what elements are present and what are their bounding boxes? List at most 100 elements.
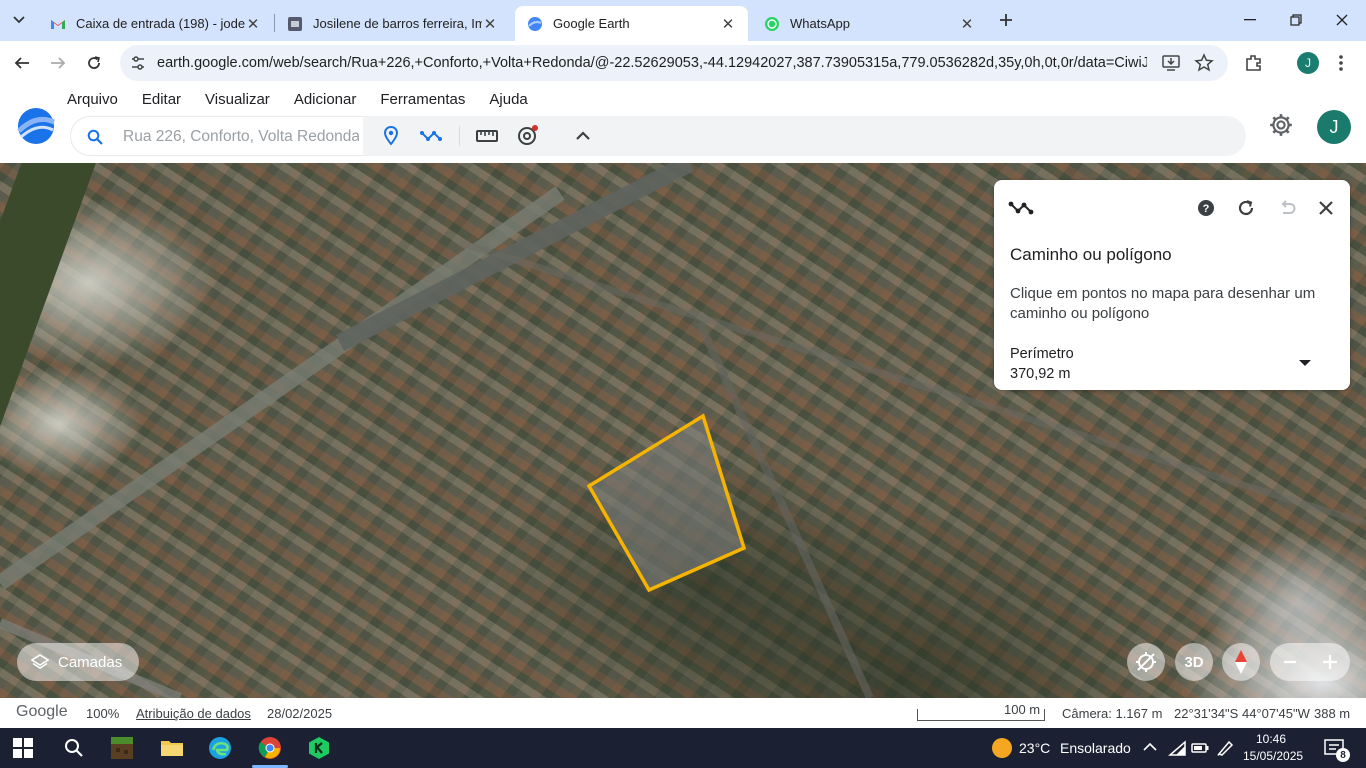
menu-visualizar[interactable]: Visualizar [205,91,270,108]
url-text: earth.google.com/web/search/Rua+226,+Con… [157,55,1147,71]
menu-arquivo[interactable]: Arquivo [67,91,118,108]
compass-icon [1235,650,1247,674]
earth-header: Arquivo Editar Visualizar Adicionar Ferr… [0,86,1366,163]
zoom-in-button[interactable] [1310,643,1350,681]
new-tab-button[interactable] [986,6,1026,34]
battery-icon[interactable] [1191,740,1209,756]
no-tilt-icon [1136,652,1156,672]
close-window-button[interactable] [1322,6,1362,34]
ruler-icon[interactable] [475,124,499,148]
settings-gear-icon[interactable] [1268,112,1294,138]
search-placeholder: Rua 226, Conforto, Volta Redonda [123,128,359,145]
file-explorer-icon[interactable] [160,736,184,760]
earth-menu-bar: Arquivo Editar Visualizar Adicionar Ferr… [67,91,552,108]
pen-icon[interactable] [1216,740,1236,756]
refresh-icon[interactable] [1234,196,1258,220]
close-tab-icon[interactable]: ✕ [245,15,261,33]
windows-taskbar: 23°C Ensolarado 10:46 15/05/2025 8 [0,728,1366,768]
path-polygon-icon[interactable] [419,124,443,148]
windows-start-icon[interactable] [13,738,33,758]
edge-browser-icon[interactable] [208,736,232,760]
undo-icon[interactable] [1275,196,1299,220]
tab-title: WhatsApp [790,16,850,31]
search-icon [87,129,103,145]
chrome-browser-icon[interactable] [258,736,282,760]
weather-sun-icon[interactable] [991,737,1013,759]
svg-text:?: ? [1203,203,1210,215]
browser-tab-strip: Caixa de entrada (198) - jodeba ✕ Josile… [0,0,1366,41]
profile-avatar[interactable]: J [1297,52,1319,74]
zoom-out-button[interactable] [1270,643,1310,681]
chevron-up-icon[interactable] [571,124,595,148]
reset-tilt-button[interactable] [1127,643,1165,681]
tab-search-button[interactable] [0,6,38,34]
menu-editar[interactable]: Editar [142,91,181,108]
clock-time[interactable]: 10:46 [1256,730,1286,748]
menu-ajuda[interactable]: Ajuda [489,91,527,108]
earth-toolbar: Rua 226, Conforto, Volta Redonda [70,116,1246,156]
tab-gmail[interactable]: Caixa de entrada (198) - jodeba ✕ [38,6,273,41]
reload-button[interactable] [79,48,109,78]
more-menu-icon[interactable] [1338,54,1344,72]
tab-whatsapp[interactable]: WhatsApp ✕ [752,6,987,41]
measure-value: 370,92 m [1010,366,1071,382]
tab-google-earth[interactable]: Google Earth ✕ [515,6,748,41]
reload-icon [88,56,100,69]
close-icon[interactable] [1314,196,1338,220]
zoom-controls [1270,643,1350,681]
toolbar-divider [459,126,460,146]
menu-adicionar[interactable]: Adicionar [294,91,357,108]
account-avatar[interactable]: J [1317,110,1351,144]
close-tab-icon[interactable]: ✕ [482,15,498,33]
search-icon[interactable] [62,736,86,760]
chevron-up-icon[interactable] [1143,742,1157,752]
arrow-right-icon [51,57,66,69]
close-tab-icon[interactable]: ✕ [720,15,736,33]
tab-title: Josilene de barros ferreira, Imob [313,16,482,31]
help-icon[interactable]: ? [1194,196,1218,220]
chevron-down-icon [13,16,25,24]
google-logo: Google [16,703,68,720]
voyager-icon[interactable] [515,124,539,148]
layers-icon [31,654,49,669]
k-app-icon[interactable] [307,736,331,760]
back-button[interactable] [7,48,37,78]
close-tab-icon[interactable]: ✕ [959,15,975,33]
path-polygon-icon [1008,201,1034,215]
earth-status-bar: Google 100% Atribuição de dados 28/02/20… [0,698,1366,728]
tab-title: Google Earth [553,16,630,31]
extensions-icon[interactable] [1244,53,1264,73]
site-info-icon[interactable] [129,54,147,72]
dropdown-arrow-icon[interactable] [1298,358,1312,368]
search-input[interactable]: Rua 226, Conforto, Volta Redonda [70,116,363,156]
restore-button[interactable] [1276,6,1316,34]
minimize-button[interactable] [1230,6,1270,34]
menu-ferramentas[interactable]: Ferramentas [380,91,465,108]
address-bar[interactable]: earth.google.com/web/search/Rua+226,+Con… [120,45,1228,81]
notification-count: 8 [1336,748,1350,762]
plus-icon [1323,655,1337,669]
gmail-icon [51,19,65,29]
weather-text[interactable]: Ensolarado [1060,728,1131,768]
cursor-coordinates: 22°31'34"S 44°07'45"W [1174,706,1310,721]
minecraft-icon[interactable] [110,736,134,760]
install-app-icon[interactable] [1161,53,1181,73]
placemark-icon[interactable] [379,124,403,148]
browser-toolbar: earth.google.com/web/search/Rua+226,+Con… [0,41,1366,86]
google-earth-icon [528,16,542,31]
weather-temp[interactable]: 23°C [1019,728,1050,768]
data-attribution-link[interactable]: Atribuição de dados [136,706,251,721]
tab-imob[interactable]: Josilene de barros ferreira, Imob ✕ [275,6,510,41]
toggle-3d-button[interactable]: 3D [1175,643,1213,681]
layers-button[interactable]: Camadas [17,643,139,681]
forward-button[interactable] [43,48,73,78]
plus-icon [1000,14,1012,26]
wifi-icon[interactable] [1168,740,1186,756]
google-earth-logo[interactable] [16,106,56,146]
compass-button[interactable] [1222,643,1260,681]
clock-date[interactable]: 15/05/2025 [1243,747,1303,765]
panel-description: Clique em pontos no mapa para desenhar u… [1010,285,1316,322]
scale-label: 100 m [1004,702,1041,717]
bookmark-star-icon[interactable] [1194,53,1214,73]
drawn-polygon[interactable] [586,413,747,593]
